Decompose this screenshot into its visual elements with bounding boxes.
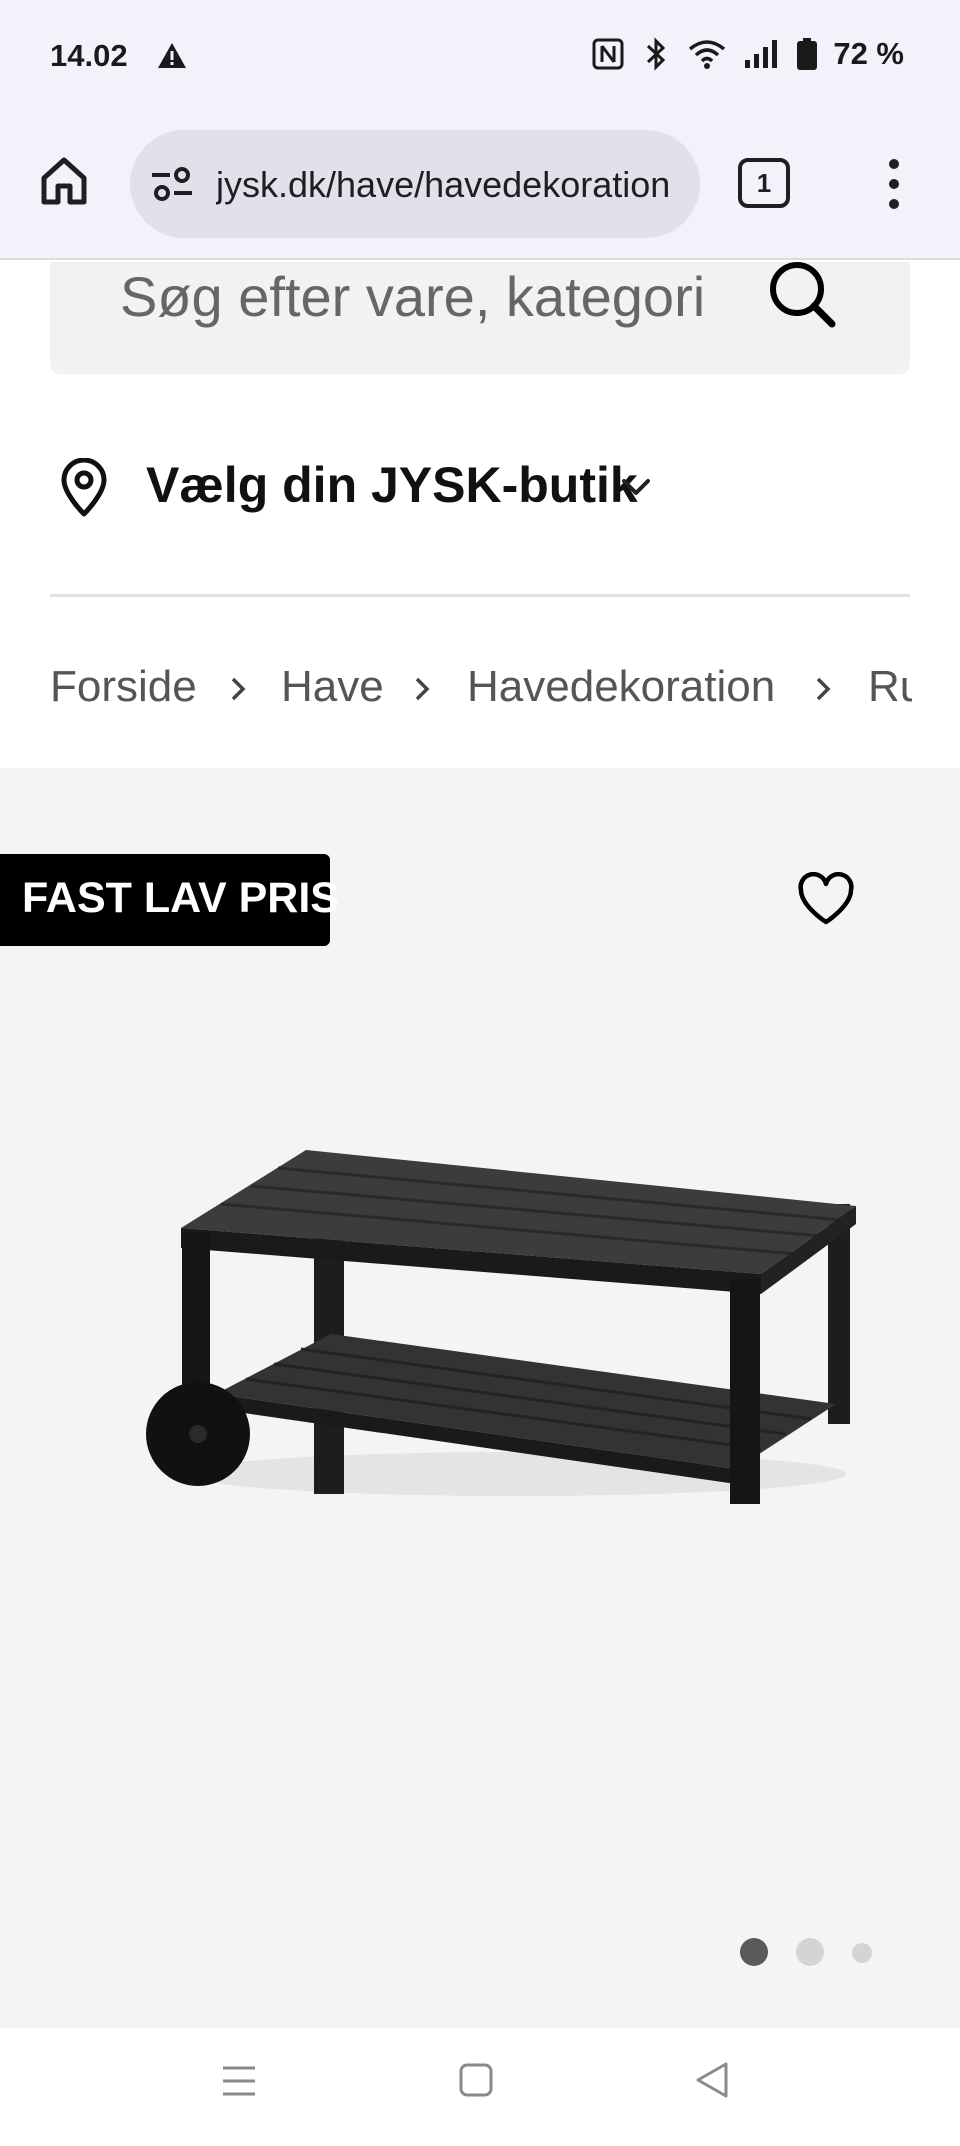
location-pin-icon [61,458,107,517]
pagination-dot-active[interactable] [740,1938,768,1966]
search-placeholder: Søg efter vare, kategori [120,265,706,328]
chevron-right-icon [231,677,246,701]
store-selector[interactable]: Vælg din JYSK-butik [50,450,910,522]
status-bar: 14.02 72 % [0,0,960,116]
chevron-down-icon[interactable] [618,472,654,502]
price-badge-label: FAST LAV PRIS [22,874,339,922]
pagination-dot[interactable] [796,1938,824,1966]
address-bar[interactable]: jysk.dk/have/havedekoration [130,130,700,238]
pagination-dot[interactable] [852,1943,872,1963]
price-badge: FAST LAV PRIS [0,854,339,946]
heart-icon[interactable] [796,872,856,928]
page: 14.02 72 % jysk.dk/have/havedekoration 1… [0,0,960,2146]
home-icon[interactable] [36,152,92,208]
battery-icon [797,38,818,70]
signal-icon [745,40,778,68]
battery-level: 72 % [833,36,904,71]
chevron-right-icon [415,677,430,701]
breadcrumb-item-have[interactable]: Have [281,662,384,712]
breadcrumb-item-forside[interactable]: Forside [50,662,197,712]
status-icons: 72 % [591,36,904,72]
product-image [146,1150,856,1504]
product-gallery[interactable]: FAST LAV PRIS [0,768,960,2028]
recents-icon[interactable] [220,2062,258,2100]
home-icon[interactable] [458,2062,494,2098]
site-settings-icon[interactable] [150,164,194,204]
divider [50,594,910,597]
breadcrumb: Forside Have Havedekoration Ru [50,662,912,722]
nfc-icon [592,38,624,70]
search-icon[interactable] [766,262,838,330]
tab-switcher-button[interactable]: 1 [738,158,790,208]
chevron-right-icon [816,677,831,701]
browser-toolbar: jysk.dk/have/havedekoration 1 [0,116,960,260]
url-text[interactable]: jysk.dk/have/havedekoration [216,164,682,206]
back-icon[interactable] [694,2060,730,2100]
store-selector-label[interactable]: Vælg din JYSK-butik [146,456,638,514]
bluetooth-icon [647,37,666,71]
more-vert-icon[interactable] [876,154,912,214]
search-input[interactable]: Søg efter vare, kategori [50,262,910,374]
system-nav-bar [0,2028,960,2146]
breadcrumb-item-havedekoration[interactable]: Havedekoration [467,662,775,712]
status-time: 14.02 [50,38,128,73]
wifi-icon [689,40,726,69]
image-pagination [736,1934,876,1970]
warning-icon [158,43,186,68]
breadcrumb-item-current[interactable]: Ru [868,662,912,712]
